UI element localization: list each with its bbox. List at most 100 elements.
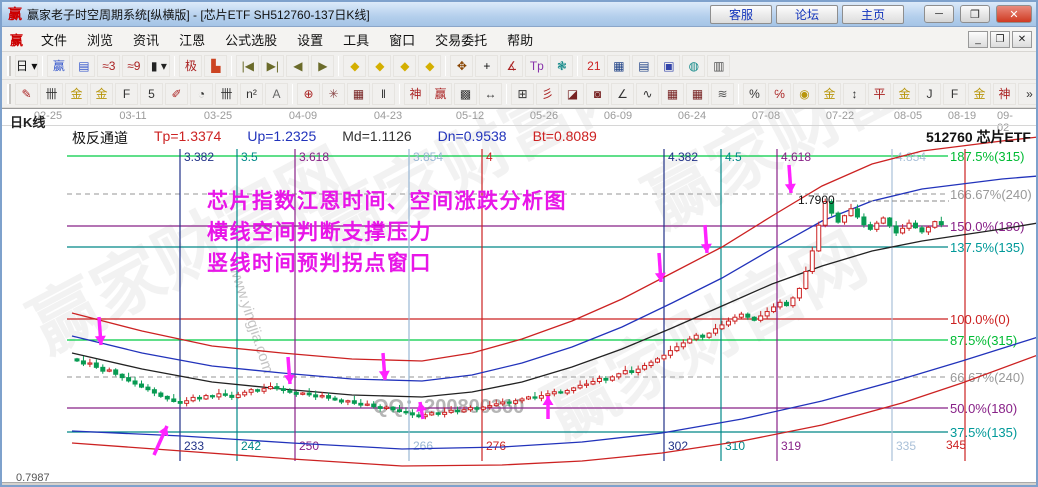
menu-item-窗口[interactable]: 窗口	[379, 28, 425, 51]
menu-item-资讯[interactable]: 资讯	[123, 28, 169, 51]
overflow-more-icon[interactable]: »	[1018, 83, 1036, 105]
gann-fan-icon[interactable]: 彡	[536, 83, 559, 105]
square-grid-icon[interactable]: ▦	[347, 83, 370, 105]
menu-item-文件[interactable]: 文件	[31, 28, 77, 51]
menu-item-帮助[interactable]: 帮助	[497, 28, 543, 51]
candle-body	[275, 387, 279, 389]
width-measure-icon[interactable]: ↔	[479, 83, 502, 105]
nav-last-button[interactable]: ▶|	[261, 55, 284, 77]
angle-tool-icon[interactable]: ∠	[611, 83, 634, 105]
f-angle-icon[interactable]: F	[943, 83, 966, 105]
time-grid-icon[interactable]: 卌	[215, 83, 238, 105]
calculator-icon[interactable]: ▦	[607, 55, 630, 77]
restore-button[interactable]: ❐	[960, 5, 990, 23]
candle-body	[468, 408, 472, 410]
rect-tool-icon[interactable]: ⊞	[511, 83, 534, 105]
nav-first-button[interactable]: |◀	[236, 55, 259, 77]
minute-9-chart-icon[interactable]: ≈9	[122, 55, 145, 77]
gann-hline-label: 50.0%(180)	[950, 401, 1017, 416]
chart-canvas[interactable]: 赢家财富网赢家财富网赢家财富网赢家财富网www.yingjia.comQQ：20…	[2, 109, 1038, 483]
gold-angle-icon[interactable]: 金	[893, 83, 916, 105]
candle-body	[520, 399, 524, 401]
cycle-compass-icon[interactable]: ◔	[190, 83, 213, 105]
print-icon[interactable]: ▥	[707, 55, 730, 77]
percent-icon[interactable]: %	[743, 83, 766, 105]
angle-measure-icon[interactable]: ∡	[500, 55, 523, 77]
five-ruler-icon[interactable]: 5	[140, 83, 163, 105]
mdi-close-button[interactable]: ✕	[1012, 31, 1032, 48]
color-histogram-icon[interactable]: ▙	[204, 55, 227, 77]
price-square-icon[interactable]: ▦	[661, 83, 684, 105]
wave-tool-icon[interactable]: ∿	[636, 83, 659, 105]
menu-item-工具[interactable]: 工具	[333, 28, 379, 51]
box-grid-icon[interactable]: ▩	[454, 83, 477, 105]
candle-style-icon[interactable]: ▮ ▾	[147, 55, 170, 77]
candle-body	[352, 401, 356, 404]
annotation-text: 芯片指数江恩时间、空间涨跌分析图	[207, 189, 567, 213]
service-button-1[interactable]: 论坛	[776, 5, 838, 24]
nav-next-button[interactable]: ▶	[311, 55, 334, 77]
vertical-measure-icon[interactable]: ↕	[843, 83, 866, 105]
nav-prev-button[interactable]: ◀	[286, 55, 309, 77]
mdi-restore-button[interactable]: ❐	[990, 31, 1010, 48]
menu-item-设置[interactable]: 设置	[287, 28, 333, 51]
service-button-0[interactable]: 客服	[710, 5, 772, 24]
main-chart-icon[interactable]: 赢	[47, 55, 70, 77]
fib-grid-icon[interactable]: F	[115, 83, 138, 105]
mdi-minimize-button[interactable]: _	[968, 31, 988, 48]
j-angle-icon[interactable]: J	[918, 83, 941, 105]
zoom-in-h-icon[interactable]: ◆	[368, 55, 391, 77]
network-icon[interactable]: ◍	[682, 55, 705, 77]
save-icon[interactable]: ▣	[657, 55, 680, 77]
time-square-icon[interactable]: ▦	[686, 83, 709, 105]
menu-logo-icon: 赢	[10, 30, 23, 49]
pencil-icon[interactable]: ✎	[15, 83, 38, 105]
notes-icon[interactable]: ▤	[632, 55, 655, 77]
ying-grid-icon[interactable]: 赢	[429, 83, 452, 105]
candle-body	[475, 408, 479, 410]
zoom-out-v-icon[interactable]: ◆	[393, 55, 416, 77]
gann-ruler-icon[interactable]: 卌	[40, 83, 63, 105]
indicator-value-2: Md=1.1126	[342, 128, 411, 148]
n-square-icon[interactable]: n²	[240, 83, 263, 105]
candle-body	[804, 271, 808, 288]
text-tool-icon[interactable]: A	[265, 83, 288, 105]
candle-body	[714, 329, 718, 333]
menu-item-浏览[interactable]: 浏览	[77, 28, 123, 51]
shaded-box-icon[interactable]: ◪	[561, 83, 584, 105]
time-cycle-icon[interactable]: ❃	[550, 55, 573, 77]
tp-indicator-icon[interactable]: Tp	[525, 55, 548, 77]
percent-section-icon[interactable]: ℅	[768, 83, 791, 105]
candle-body	[449, 410, 453, 412]
minute-3-chart-icon[interactable]: ≈3	[97, 55, 120, 77]
crosshair-icon[interactable]: +	[475, 55, 498, 77]
zoom-out-h-icon[interactable]: ◆	[343, 55, 366, 77]
shen-angle-icon[interactable]: 神	[993, 83, 1016, 105]
gold-price-icon[interactable]: 金	[818, 83, 841, 105]
multi-wave-icon[interactable]: ≋	[711, 83, 734, 105]
service-button-2[interactable]: 主页	[842, 5, 904, 24]
gann-target-icon[interactable]: ⊕	[297, 83, 320, 105]
menu-item-江恩[interactable]: 江恩	[169, 28, 215, 51]
quote-list-icon[interactable]: ▤	[72, 55, 95, 77]
minimize-button[interactable]: ─	[924, 5, 954, 23]
jifan-channel-icon[interactable]: 极	[179, 55, 202, 77]
shen-grid-icon[interactable]: 神	[404, 83, 427, 105]
menu-item-交易委托[interactable]: 交易委托	[425, 28, 497, 51]
gold-circle-icon[interactable]: ◉	[793, 83, 816, 105]
calendar-icon[interactable]: 21	[582, 55, 605, 77]
menu-item-公式选股[interactable]: 公式选股	[215, 28, 287, 51]
gold-grid2-icon[interactable]: 金	[90, 83, 113, 105]
gann-wheel-icon[interactable]: ✳	[322, 83, 345, 105]
gold-grid-icon[interactable]: 金	[65, 83, 88, 105]
parallel-lines-icon[interactable]: ‖	[372, 83, 395, 105]
circle-grid-icon[interactable]: ◙	[586, 83, 609, 105]
gold-line-angle-icon[interactable]: 金	[968, 83, 991, 105]
zoom-in-v-icon[interactable]: ◆	[418, 55, 441, 77]
brush-icon[interactable]: ✐	[165, 83, 188, 105]
candle-body	[868, 225, 872, 230]
ping-tool-icon[interactable]: 平	[868, 83, 891, 105]
pan-hand-icon[interactable]: ✥	[450, 55, 473, 77]
period-day-button[interactable]: 日 ▾	[15, 55, 38, 77]
close-button[interactable]: ✕	[996, 5, 1032, 23]
